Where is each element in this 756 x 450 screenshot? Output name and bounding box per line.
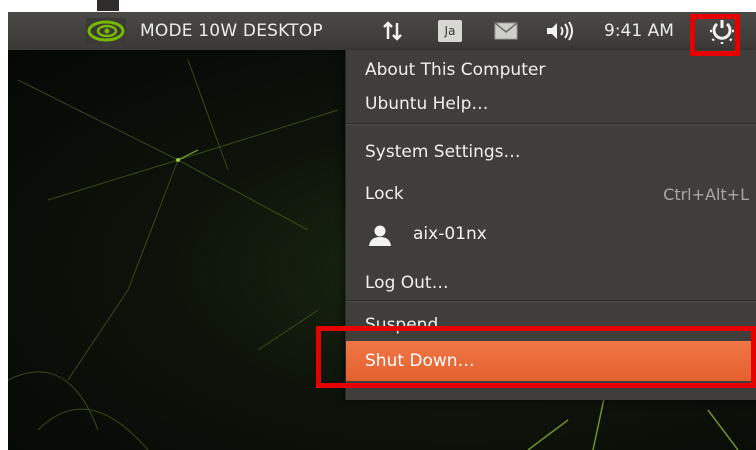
menu-item-help[interactable]: Ubuntu Help… bbox=[346, 84, 756, 124]
keyboard-layout-icon[interactable]: Ja bbox=[438, 12, 464, 50]
top-margin bbox=[0, 0, 756, 12]
menu-item-log-out[interactable]: Log Out… bbox=[346, 263, 756, 303]
clock[interactable]: 9:41 AM bbox=[604, 12, 674, 50]
network-icon[interactable] bbox=[382, 12, 406, 50]
menu-separator bbox=[346, 123, 756, 125]
power-highlight-box bbox=[690, 14, 740, 56]
screenshot: MODE 10W DESKTOP Ja 9:41 AM About This C… bbox=[0, 0, 756, 450]
user-icon bbox=[369, 225, 391, 246]
menu-item-system-settings[interactable]: System Settings… bbox=[346, 132, 756, 172]
lock-shortcut: Ctrl+Alt+L bbox=[663, 184, 749, 204]
menu-item-label: System Settings… bbox=[365, 142, 521, 162]
menu-item-label: Ubuntu Help… bbox=[365, 94, 489, 114]
menu-item-label: About This Computer bbox=[365, 60, 546, 80]
keyboard-indicator: Ja bbox=[438, 20, 462, 42]
top-panel: MODE 10W DESKTOP Ja 9:41 AM bbox=[8, 12, 756, 50]
menu-item-label: Log Out… bbox=[365, 273, 449, 293]
menu-item-lock[interactable]: Lock Ctrl+Alt+L bbox=[346, 174, 756, 214]
nvidia-logo-icon[interactable] bbox=[86, 12, 128, 50]
menu-item-user[interactable]: aix-01nx bbox=[346, 214, 756, 254]
cropped-icon bbox=[97, 0, 119, 11]
power-mode-label[interactable]: MODE 10W DESKTOP bbox=[140, 12, 323, 50]
mail-icon[interactable] bbox=[494, 12, 520, 50]
volume-icon[interactable] bbox=[545, 12, 579, 50]
menu-item-label: aix-01nx bbox=[413, 224, 487, 244]
shutdown-highlight-box bbox=[316, 326, 756, 388]
menu-item-label: Lock bbox=[365, 184, 404, 204]
